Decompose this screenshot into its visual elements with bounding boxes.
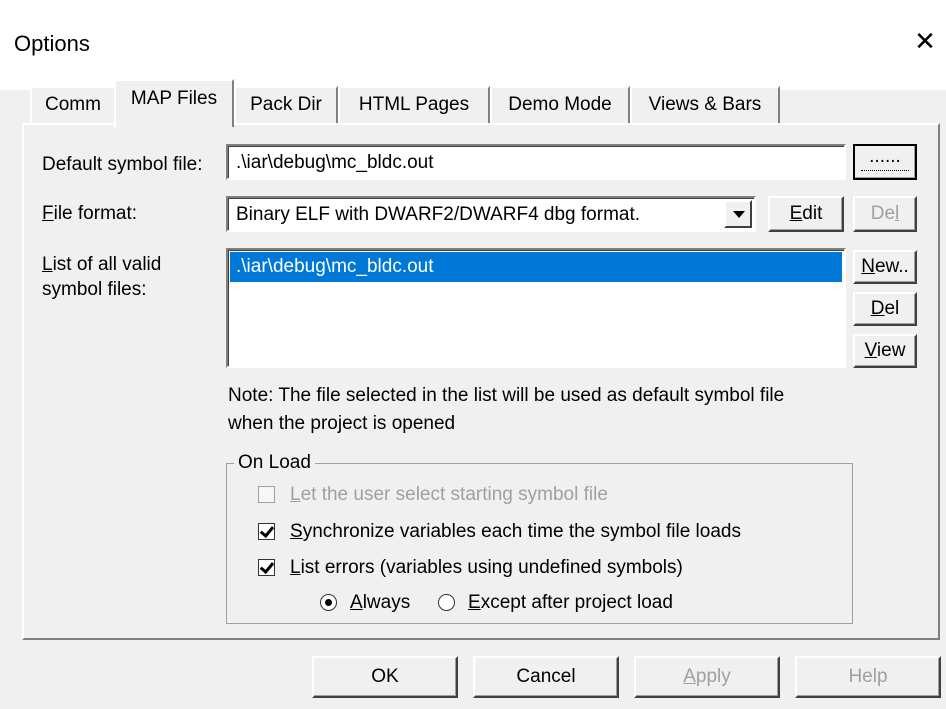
let-user-select-label: Let the user select starting symbol file [290, 484, 608, 505]
list-errors-checkbox[interactable] [258, 559, 275, 576]
default-symbol-value: .\iar\debug\mc_bldc.out [236, 152, 434, 173]
file-format-label: File format: [42, 203, 138, 224]
delete-file-button[interactable]: Del [853, 292, 917, 326]
cancel-button[interactable]: Cancel [473, 656, 619, 698]
symbol-list-label: List of all valid symbol files: [42, 254, 162, 300]
except-after-label: Except after project load [468, 592, 673, 613]
note-line-1: Note: The file selected in the list will… [228, 385, 785, 406]
browse-button[interactable]: ...... [853, 144, 917, 180]
help-button[interactable]: Help [795, 656, 941, 698]
list-errors-label: List errors (variables using undefined s… [290, 557, 683, 578]
symbol-file-list[interactable]: .\iar\debug\mc_bldc.out [226, 248, 846, 368]
delete-format-button[interactable]: Del [853, 196, 917, 232]
edit-format-button[interactable]: Edit [768, 196, 844, 232]
file-format-value: Binary ELF with DWARF2/DWARF4 dbg format… [236, 204, 641, 225]
apply-button[interactable]: Apply [634, 656, 780, 698]
default-symbol-field[interactable]: .\iar\debug\mc_bldc.out [226, 144, 846, 180]
new-file-button[interactable]: New.. [853, 250, 917, 284]
synchronize-checkbox[interactable] [258, 523, 275, 540]
let-user-select-checkbox[interactable] [258, 486, 275, 503]
except-after-radio[interactable] [438, 594, 455, 611]
always-radio[interactable] [320, 594, 337, 611]
on-load-title: On Load [234, 452, 315, 474]
view-file-button[interactable]: View [853, 334, 917, 368]
synchronize-label: Synchronize variables each time the symb… [290, 521, 741, 542]
ok-button[interactable]: OK [312, 656, 458, 698]
always-label: Always [350, 592, 411, 613]
list-item[interactable]: .\iar\debug\mc_bldc.out [230, 252, 842, 282]
note-line-2: when the project is opened [228, 413, 456, 434]
default-symbol-label: Default symbol file: [42, 154, 203, 175]
chevron-down-icon[interactable] [724, 200, 752, 228]
file-format-combo[interactable]: Binary ELF with DWARF2/DWARF4 dbg format… [226, 196, 756, 232]
